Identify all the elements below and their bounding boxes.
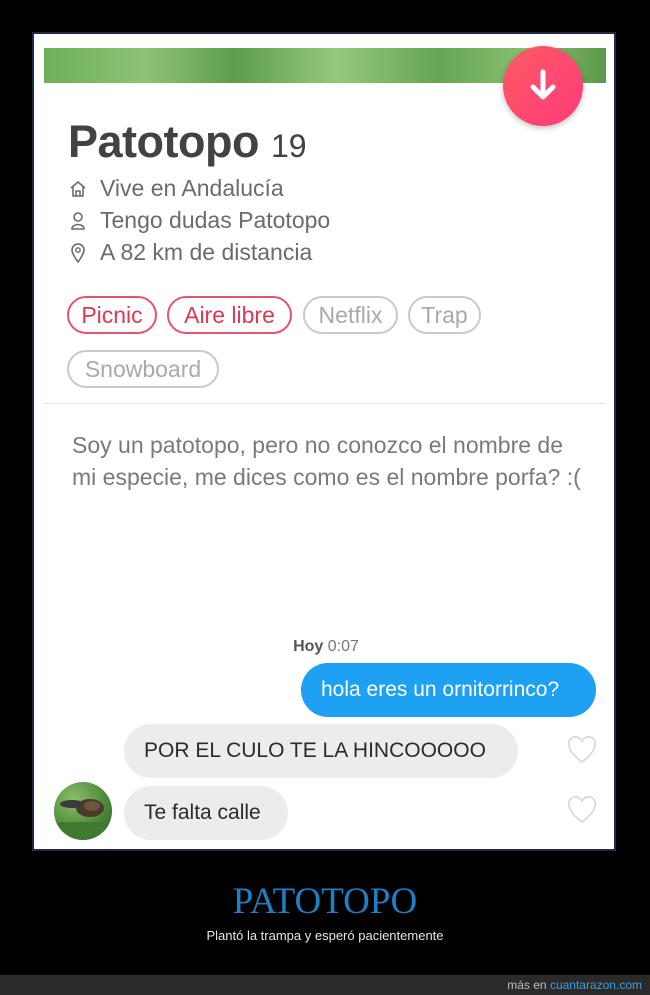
chat-timestamp: Hoy 0:07 <box>34 638 614 656</box>
message-text: POR EL CULO TE LA HINCOOOOO <box>144 739 486 762</box>
post-title: PATOTOPO <box>232 881 418 922</box>
interest-label: Netflix <box>318 301 383 328</box>
interest-tag-snowboard[interactable]: Snowboard <box>67 350 219 388</box>
post-subtitle: Plantó la trampa y esperó pacientemente <box>206 928 444 943</box>
location-row: Vive en Andalucía <box>68 175 284 202</box>
profile-bio: Soy un patotopo, pero no conozco el nomb… <box>72 432 581 490</box>
timestamp-day: Hoy <box>293 638 324 655</box>
arrow-down-icon <box>530 69 556 100</box>
timestamp-time: 0:07 <box>327 638 359 655</box>
message-incoming[interactable]: Te falta calle <box>124 786 288 840</box>
interest-tag-aire-libre[interactable]: Aire libre <box>167 296 292 334</box>
profile-header: Patotopo 19 <box>68 116 307 168</box>
avatar[interactable] <box>54 782 112 840</box>
footer-site-link[interactable]: cuantarazon.com <box>550 978 642 992</box>
person-icon <box>68 210 88 232</box>
job-text: Tengo dudas Patotopo <box>100 207 331 233</box>
interest-label: Aire libre <box>184 301 275 328</box>
message-text: Te falta calle <box>144 801 261 824</box>
collapse-profile-button[interactable] <box>503 46 583 126</box>
message-text: hola eres un ornitorrinco? <box>321 678 560 701</box>
interest-label: Snowboard <box>84 355 202 382</box>
interest-label: Picnic <box>81 301 143 328</box>
distance-text: A 82 km de distancia <box>100 239 313 265</box>
site-footer: más en cuantarazon.com <box>0 975 650 995</box>
profile-age: 19 <box>270 128 307 164</box>
message-outgoing[interactable]: hola eres un ornitorrinco? <box>301 663 596 717</box>
footer-prefix: más en <box>507 978 547 992</box>
screenshot-frame: Patotopo 19 Vive en Andalucía Tengo duda… <box>32 32 616 851</box>
distance-row: A 82 km de distancia <box>68 239 312 266</box>
interest-tag-trap[interactable]: Trap <box>408 296 481 334</box>
profile-name: Patotopo <box>68 116 259 167</box>
platypus-photo <box>54 799 112 840</box>
job-row: Tengo dudas Patotopo <box>68 207 330 234</box>
like-heart-icon[interactable] <box>567 796 597 824</box>
section-divider <box>44 403 606 404</box>
house-icon <box>68 178 88 200</box>
interest-tag-picnic[interactable]: Picnic <box>67 296 157 334</box>
like-heart-icon[interactable] <box>567 736 597 764</box>
location-pin-icon <box>68 242 88 264</box>
interest-tag-netflix[interactable]: Netflix <box>303 296 398 334</box>
interest-label: Trap <box>421 301 468 328</box>
message-incoming[interactable]: POR EL CULO TE LA HINCOOOOO <box>124 724 518 778</box>
location-text: Vive en Andalucía <box>100 175 284 201</box>
